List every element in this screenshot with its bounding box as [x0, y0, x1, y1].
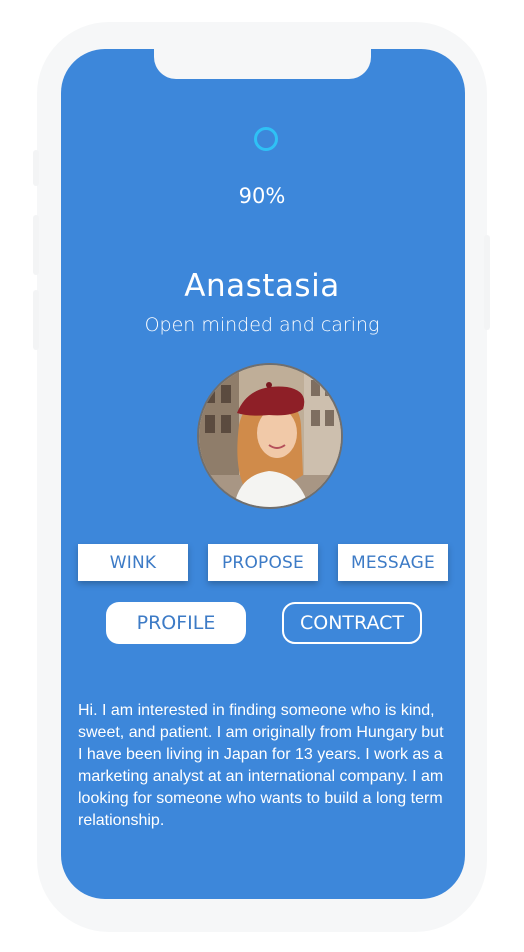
profile-name: Anastasia — [184, 268, 340, 304]
side-button-left-mid — [33, 215, 39, 275]
message-button[interactable]: MESSAGE — [338, 544, 448, 581]
wink-button[interactable]: WINK — [78, 544, 188, 581]
side-button-left-top — [33, 150, 39, 186]
profile-bio: Hi. I am interested in finding someone w… — [78, 702, 444, 829]
progress-ring-icon — [254, 127, 278, 151]
avatar-photo-icon — [199, 365, 341, 507]
propose-button[interactable]: PROPOSE — [208, 544, 318, 581]
profile-tagline: Open minded and caring — [144, 314, 380, 336]
phone-notch — [154, 36, 371, 79]
progress-percent: 90% — [238, 184, 286, 208]
avatar[interactable] — [197, 363, 343, 509]
tab-contract[interactable]: CONTRACT — [282, 602, 422, 644]
tab-profile[interactable]: PROFILE — [106, 602, 246, 644]
